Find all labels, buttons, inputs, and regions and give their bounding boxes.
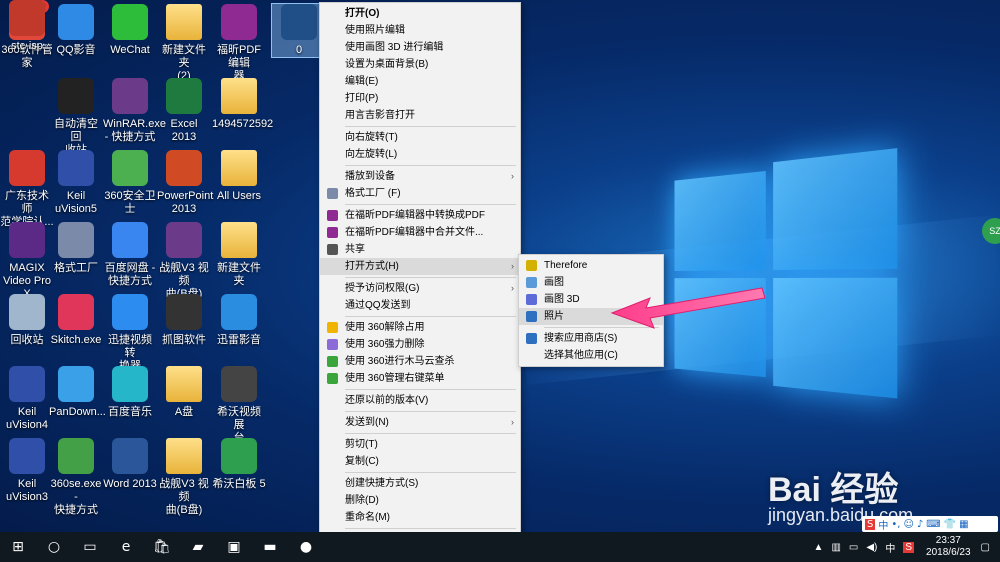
start-button[interactable]: ⊞ [0, 532, 36, 562]
sogou-icon[interactable]: S [903, 541, 915, 553]
baidu-jingyan-watermark: Bai 经验 [768, 471, 899, 509]
app-button-1[interactable]: ▰ [180, 532, 216, 562]
clock[interactable]: 23:37 2018/6/23 [926, 535, 971, 559]
clock-time: 23:37 [935, 535, 961, 546]
edge-button[interactable]: e [108, 532, 144, 562]
cortana-button[interactable]: ○ [36, 532, 72, 562]
clock-date: 2018/6/23 [926, 547, 971, 558]
ime-emoji-icon[interactable]: ☺ [903, 519, 913, 530]
notification-bell-icon[interactable]: ▲ [814, 542, 824, 553]
ime-keyboard-icon[interactable]: ⌨ [926, 519, 940, 530]
ime-indicator[interactable]: 中 [885, 540, 895, 555]
system-tray: ▲ ▥ ▭ ◀) 中 S 23:37 2018/6/23 ▢ [810, 532, 1000, 562]
app-button-2[interactable]: ▣ [216, 532, 252, 562]
app-button-3[interactable]: ● [288, 532, 324, 562]
ime-mic-icon[interactable]: ♪ [917, 519, 923, 530]
ime-punct-icon[interactable]: •, [891, 519, 900, 530]
ime-s-icon[interactable]: S [865, 518, 876, 530]
ime-toolbar[interactable]: S 中 •, ☺ ♪ ⌨ 👕 ▦ [862, 516, 998, 532]
ime-skin-icon[interactable]: 👕 [944, 519, 956, 530]
store-button[interactable]: 🛍 [144, 532, 180, 562]
ime-grid-icon[interactable]: ▦ [959, 519, 968, 530]
volume-icon[interactable]: ◀) [866, 542, 877, 553]
task-view-button[interactable]: ▭ [72, 532, 108, 562]
network-icon[interactable]: ▥ [831, 542, 840, 553]
battery-icon[interactable]: ▭ [849, 542, 858, 553]
ime-mode-label[interactable]: 中 [878, 517, 888, 532]
taskbar: ⊞ ○ ▭ e 🛍 ▰ ▣ ▬ ● ▲ ▥ ▭ ◀) 中 S 23:37 2018/6/23 ▢ [0, 532, 1000, 562]
action-center-icon[interactable]: ▢ [981, 542, 990, 553]
explorer-button[interactable]: ▬ [252, 532, 288, 562]
